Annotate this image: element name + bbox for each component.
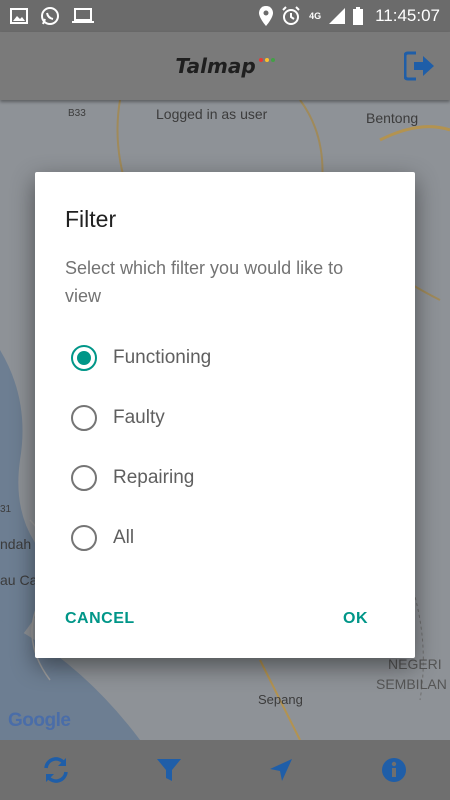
radio-button[interactable] bbox=[71, 465, 97, 491]
filter-option-functioning[interactable]: Functioning bbox=[71, 336, 371, 380]
filter-option-all[interactable]: All bbox=[71, 516, 371, 560]
cancel-button[interactable]: CANCEL bbox=[65, 610, 135, 628]
dialog-title: Filter bbox=[65, 206, 117, 232]
option-label: Faulty bbox=[113, 407, 165, 428]
dialog-message: Select which filter you would like to vi… bbox=[65, 258, 344, 306]
ok-button[interactable]: OK bbox=[343, 610, 368, 628]
radio-button[interactable] bbox=[71, 345, 97, 371]
filter-option-repairing[interactable]: Repairing bbox=[71, 456, 371, 500]
option-label: All bbox=[113, 527, 135, 548]
radio-button[interactable] bbox=[71, 525, 97, 551]
radio-button[interactable] bbox=[71, 405, 97, 431]
option-label: Functioning bbox=[113, 347, 212, 368]
filter-option-faulty[interactable]: Faulty bbox=[71, 396, 371, 440]
option-label: Repairing bbox=[113, 467, 195, 488]
filter-dialog: Filter Select which filter you would lik… bbox=[35, 172, 415, 658]
